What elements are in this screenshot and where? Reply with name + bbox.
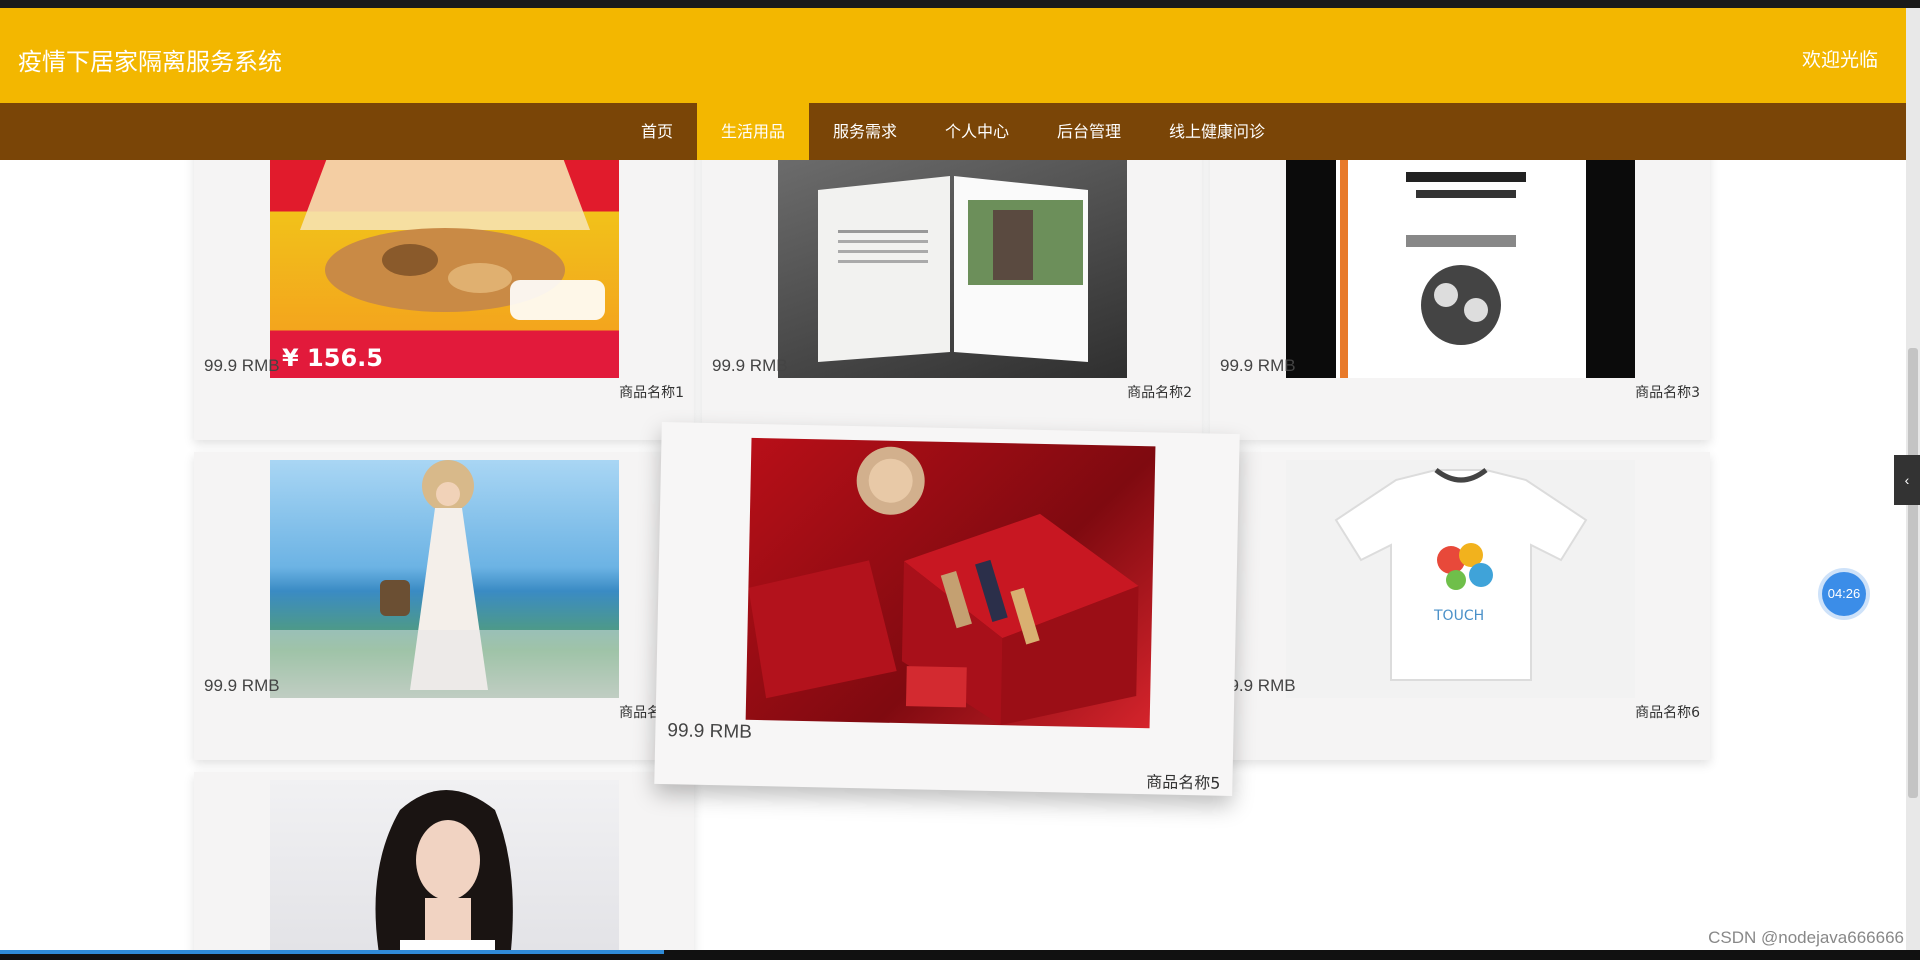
- product-image[interactable]: [1286, 160, 1635, 378]
- product-name: 商品名称3: [1635, 385, 1700, 401]
- product-name: 商品名称5: [1146, 772, 1221, 793]
- product-image[interactable]: TOUCH: [1286, 460, 1635, 698]
- nav-item-daily-goods[interactable]: 生活用品: [696, 103, 809, 160]
- product-card-hovered[interactable]: 99.9 RMB 商品名称5: [654, 421, 1240, 797]
- product-price: 99.9 RMB: [204, 676, 280, 695]
- nav-item-online-consultation[interactable]: 线上健康问诊: [1145, 103, 1289, 160]
- product-price: 99.9 RMB: [712, 356, 788, 375]
- video-progress-bar[interactable]: [0, 950, 664, 954]
- timer-badge[interactable]: 04:26: [1822, 572, 1866, 616]
- product-card[interactable]: 99.9 RMB 商品名称2: [702, 160, 1202, 440]
- main-nav: 首页 生活用品 服务需求 个人中心 后台管理 线上健康问诊: [0, 103, 1906, 160]
- chevron-left-icon[interactable]: ‹: [1894, 455, 1920, 505]
- watermark: CSDN @nodejava666666: [1708, 928, 1904, 947]
- product-price: 99.9 RMB: [204, 356, 280, 375]
- nav-item-admin[interactable]: 后台管理: [1033, 103, 1145, 160]
- product-image[interactable]: [778, 160, 1127, 378]
- welcome-text: 欢迎光临: [1801, 49, 1878, 71]
- nav-item-service-needs[interactable]: 服务需求: [809, 103, 921, 160]
- product-card[interactable]: 99.9 RMB 商品名称4: [194, 452, 694, 760]
- product-card[interactable]: [194, 772, 694, 950]
- product-image[interactable]: [270, 460, 619, 698]
- svg-text:¥ 156.5: ¥ 156.5: [282, 344, 383, 372]
- nav-item-personal-center[interactable]: 个人中心: [921, 103, 1033, 160]
- product-name: 商品名称6: [1635, 705, 1700, 721]
- site-header: 疫情下居家隔离服务系统 欢迎光临: [0, 8, 1906, 103]
- product-card[interactable]: 99.9 RMB 商品名称3: [1210, 160, 1710, 440]
- top-edge: [0, 0, 1920, 8]
- scrollbar-thumb[interactable]: [1908, 348, 1918, 798]
- product-image[interactable]: [745, 437, 1156, 729]
- nav-item-home[interactable]: 首页: [617, 103, 697, 160]
- product-name: 商品名称2: [1127, 385, 1192, 401]
- product-image[interactable]: ¥ 156.5: [270, 160, 619, 378]
- bottom-bar: [0, 950, 1920, 960]
- product-name: 商品名称1: [619, 385, 684, 401]
- product-price: 99.9 RMB: [667, 720, 753, 743]
- product-image[interactable]: [270, 780, 619, 950]
- product-price: 99.9 RMB: [1220, 356, 1296, 375]
- product-grid: ¥ 156.5 99.9 RMB 商品名称1 99.9 RMB 商品名称2 99…: [0, 160, 1906, 950]
- product-card[interactable]: ¥ 156.5 99.9 RMB 商品名称1: [194, 160, 694, 440]
- product-card[interactable]: TOUCH 99.9 RMB 商品名称6: [1210, 452, 1710, 760]
- svg-text:TOUCH: TOUCH: [1433, 608, 1484, 624]
- site-title: 疫情下居家隔离服务系统: [18, 48, 282, 76]
